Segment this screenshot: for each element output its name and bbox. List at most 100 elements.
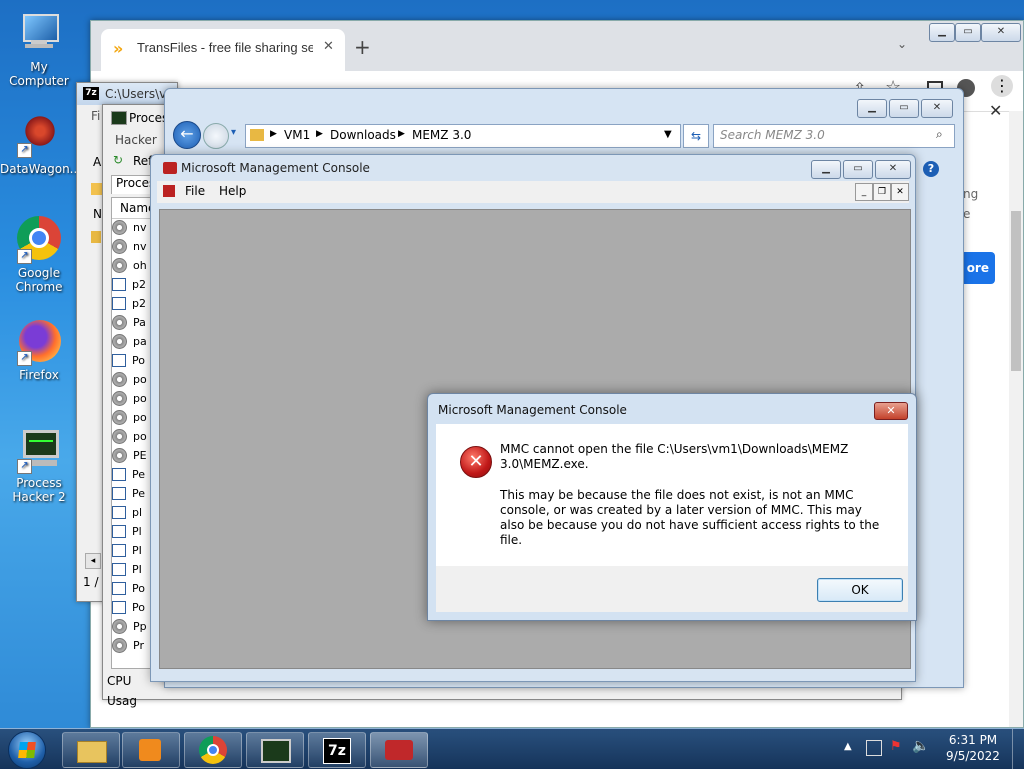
process-row[interactable]: Po	[112, 598, 152, 617]
sevenzip-menu-file[interactable]: Fi	[91, 109, 100, 123]
process-row[interactable]: p2	[112, 294, 152, 313]
network-icon[interactable]	[866, 740, 882, 756]
error-icon: ✕	[460, 446, 492, 478]
action-center-flag-icon[interactable]: ⚑	[890, 739, 902, 754]
process-row[interactable]: nv	[112, 218, 152, 237]
close-button[interactable]: ✕	[981, 23, 1021, 42]
dialog-title: Microsoft Management Console	[438, 403, 627, 417]
menu-help[interactable]: Help	[219, 184, 246, 198]
help-icon[interactable]: ?	[923, 161, 939, 177]
tab-close-icon[interactable]: ✕	[323, 39, 334, 54]
process-name: p2	[132, 297, 146, 310]
refresh-icon[interactable]: ⇆	[683, 124, 709, 148]
start-button[interactable]	[8, 731, 46, 769]
search-input[interactable]: Search MEMZ 3.0 ⌕	[713, 124, 955, 148]
search-icon[interactable]: ⌕	[936, 127, 943, 142]
process-row[interactable]: Pp	[112, 617, 152, 636]
volume-icon[interactable]: 🔈	[912, 738, 929, 754]
process-row[interactable]: p2	[112, 275, 152, 294]
refresh-icon[interactable]: ↻	[113, 153, 123, 167]
desktop-icon-process-hacker[interactable]: ↗ Process Hacker 2	[0, 426, 78, 504]
taskbar-chrome[interactable]	[184, 732, 242, 768]
process-row[interactable]: po	[112, 389, 152, 408]
minimize-button[interactable]: ▁	[811, 160, 841, 179]
sevenzip-letter-n: N	[93, 207, 102, 221]
clock-time[interactable]: 6:31 PM	[938, 733, 1008, 747]
tab-search-chevron-icon[interactable]: ⌄	[897, 37, 907, 51]
process-row[interactable]: Pe	[112, 484, 152, 503]
taskbar-explorer[interactable]	[62, 732, 120, 768]
chrome-icon	[199, 736, 227, 764]
process-row[interactable]: Po	[112, 351, 152, 370]
minimize-button[interactable]: ▁	[857, 99, 887, 118]
show-desktop-button[interactable]	[1012, 729, 1024, 769]
folder-icon	[91, 231, 101, 243]
child-close-button[interactable]: ✕	[891, 183, 909, 201]
address-dropdown-icon[interactable]: ▼	[664, 129, 672, 140]
scrollbar-thumb[interactable]	[1011, 211, 1021, 371]
process-row[interactable]: Po	[112, 579, 152, 598]
desktop-icon-label: DataWagon...	[0, 162, 82, 176]
breadcrumb-chevron-icon: ▶	[398, 129, 405, 139]
desktop-icon-firefox[interactable]: ↗ Firefox	[0, 318, 78, 382]
process-name: Pp	[133, 620, 147, 633]
process-name: p2	[132, 278, 146, 291]
process-row[interactable]: oh	[112, 256, 152, 275]
process-row[interactable]: Pl	[112, 522, 152, 541]
mmc-window-title: Microsoft Management Console	[181, 161, 370, 175]
process-row[interactable]: pl	[112, 503, 152, 522]
window-icon	[112, 487, 126, 500]
breadcrumb-memz[interactable]: MEMZ 3.0	[412, 128, 471, 142]
restore-button[interactable]: ▭	[955, 23, 981, 42]
process-row[interactable]: po	[112, 408, 152, 427]
page-scrollbar[interactable]	[1009, 111, 1023, 727]
desktop-icon-google-chrome[interactable]: ↗ Google Chrome	[0, 216, 78, 294]
gear-icon	[112, 410, 127, 425]
process-row[interactable]: pa	[112, 332, 152, 351]
process-row[interactable]: po	[112, 370, 152, 389]
breadcrumb-vm1[interactable]: VM1	[284, 128, 310, 142]
maximize-button[interactable]: ▭	[889, 99, 919, 118]
child-minimize-button[interactable]: _	[855, 183, 873, 201]
chrome-tab[interactable]: » TransFiles - free file sharing service…	[101, 29, 345, 71]
taskbar-process-hacker[interactable]	[246, 732, 304, 768]
gear-icon	[112, 429, 127, 444]
child-restore-button[interactable]: ❐	[873, 183, 891, 201]
process-row[interactable]: Pa	[112, 313, 152, 332]
process-row[interactable]: po	[112, 427, 152, 446]
close-button[interactable]: ✕	[921, 99, 953, 118]
process-hacker-menu[interactable]: Hacker	[115, 133, 157, 147]
process-row[interactable]: Pe	[112, 465, 152, 484]
show-hidden-icons-icon[interactable]: ▲	[844, 741, 852, 752]
ok-button[interactable]: OK	[817, 578, 903, 602]
taskbar-media-player[interactable]	[122, 732, 180, 768]
address-bar[interactable]: ▶ VM1 ▶ Downloads ▶ MEMZ 3.0 ▼	[245, 124, 681, 148]
dialog-close-button[interactable]: ✕	[874, 402, 908, 420]
process-row[interactable]: PI	[112, 541, 152, 560]
new-tab-button[interactable]: +	[354, 35, 371, 59]
maximize-button[interactable]: ▭	[843, 160, 873, 179]
process-row[interactable]: PI	[112, 560, 152, 579]
taskbar-mmc[interactable]	[370, 732, 428, 768]
gear-icon	[112, 315, 127, 330]
taskbar-7zip[interactable]: 7z	[308, 732, 366, 768]
back-arrow-icon[interactable]: ←	[173, 121, 201, 149]
recent-pages-chevron-icon[interactable]: ▾	[231, 127, 236, 138]
close-button[interactable]: ✕	[875, 160, 911, 179]
process-row[interactable]: nv	[112, 237, 152, 256]
desktop-icon-my-computer[interactable]: My Computer	[0, 10, 78, 88]
desktop-icon-datawagon[interactable]: ↗ DataWagon...	[0, 112, 82, 176]
window-icon	[112, 506, 126, 519]
menu-file[interactable]: File	[185, 184, 205, 198]
breadcrumb-downloads[interactable]: Downloads	[330, 128, 396, 142]
side-panel-close-icon[interactable]: ✕	[989, 101, 1002, 120]
chrome-icon: ↗	[15, 216, 63, 264]
forward-arrow-icon[interactable]	[203, 123, 229, 149]
clock-date[interactable]: 9/5/2022	[938, 749, 1008, 763]
scroll-left-button[interactable]: ◂	[85, 553, 101, 569]
process-row[interactable]: Pr	[112, 636, 152, 655]
process-row[interactable]: PE	[112, 446, 152, 465]
minimize-button[interactable]: ▁	[929, 23, 955, 42]
chrome-menu-icon[interactable]: ⋮	[991, 75, 1013, 97]
process-name: PE	[133, 449, 147, 462]
